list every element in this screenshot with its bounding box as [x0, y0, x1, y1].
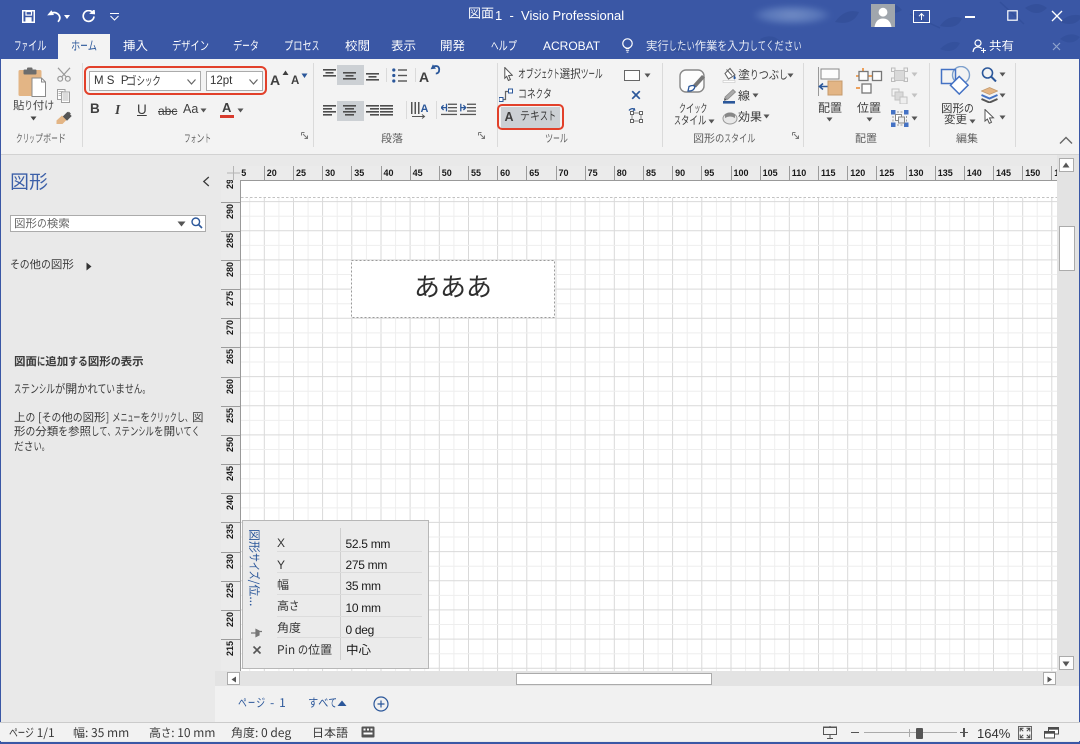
svg-text:A: A — [421, 103, 429, 115]
